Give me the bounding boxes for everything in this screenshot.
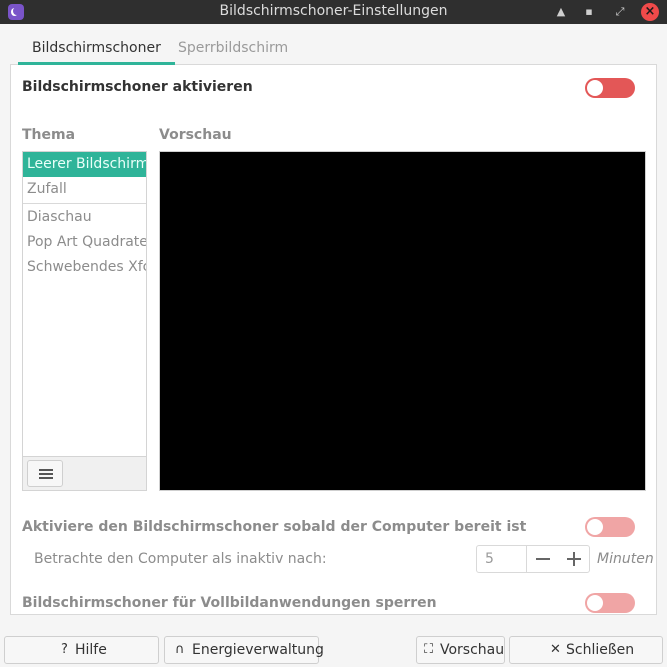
plus-icon[interactable] (559, 546, 589, 572)
close-button-label: Schließen (566, 642, 635, 658)
screensaver-moon-icon (8, 4, 24, 20)
preview-area (159, 151, 646, 491)
minutes-unit-label: Minuten (597, 551, 654, 567)
list-item[interactable]: Leerer Bildschirm (23, 152, 146, 177)
switch-knob (587, 80, 603, 96)
close-x-icon: ✕ (550, 642, 561, 657)
power-management-button-label: Energieverwaltung (192, 642, 324, 658)
enable-screensaver-switch[interactable] (585, 78, 635, 98)
maximize-icon[interactable]: ⤢ (611, 3, 629, 21)
list-item[interactable]: Schwebendes Xfce (23, 255, 146, 280)
help-button[interactable]: ? Hilfe (4, 636, 159, 664)
activate-when-ready-switch[interactable] (585, 517, 635, 537)
list-item[interactable]: Pop Art Quadrate (23, 230, 146, 255)
close-button[interactable]: ✕ Schließen (509, 636, 663, 664)
power-management-button[interactable]: ∩ Energieverwaltung (164, 636, 324, 664)
list-item[interactable]: Diaschau (23, 205, 146, 230)
help-button-label: Hilfe (75, 642, 107, 658)
tab-bar: Bildschirmschoner Sperrbildschirm (10, 34, 657, 65)
tab-lock-screen[interactable]: Sperrbildschirm (164, 40, 302, 65)
switch-knob (587, 595, 603, 611)
activate-when-ready-label: Aktiviere den Bildschirmschoner sobald d… (22, 519, 527, 535)
title-bar: Bildschirmschoner-Einstellungen ▲ ▪ ⤢ × (0, 0, 667, 24)
fullscreen-icon: ⛶ (424, 642, 434, 657)
close-icon[interactable]: × (641, 3, 659, 21)
enable-screensaver-label: Bildschirmschoner aktivieren (22, 79, 253, 95)
preview-button-label: Vorschau (440, 642, 505, 658)
theme-list-footer (23, 456, 146, 490)
power-icon: ∩ (175, 642, 185, 657)
tab-screensaver[interactable]: Bildschirmschoner (18, 40, 175, 65)
window-up-icon[interactable]: ▲ (552, 3, 570, 21)
menu-icon (39, 469, 53, 479)
fullscreen-lock-switch[interactable] (585, 593, 635, 613)
preview-button[interactable]: ⛶ Vorschau (416, 636, 505, 664)
inactive-after-label: Betrachte den Computer als inaktiv nach: (34, 551, 327, 567)
switch-knob (587, 519, 603, 535)
inactive-minutes-value[interactable]: 5 (485, 551, 494, 567)
list-divider (23, 203, 146, 204)
theme-options-button[interactable] (27, 460, 63, 487)
list-item[interactable]: Zufall (23, 177, 146, 202)
help-icon: ? (61, 642, 68, 657)
window-title: Bildschirmschoner-Einstellungen (219, 3, 448, 19)
minimize-icon[interactable]: ▪ (580, 3, 598, 21)
theme-header: Thema (22, 127, 76, 143)
fullscreen-lock-label: Bildschirmschoner für Vollbildanwendunge… (22, 595, 437, 611)
theme-list: Leerer Bildschirm Zufall Diaschau Pop Ar… (22, 151, 147, 491)
inactive-minutes-spinner[interactable]: 5 (476, 545, 590, 573)
minus-icon[interactable] (527, 546, 559, 572)
settings-window: Bildschirmschoner Sperrbildschirm Bildsc… (0, 24, 667, 667)
preview-header: Vorschau (159, 127, 232, 143)
